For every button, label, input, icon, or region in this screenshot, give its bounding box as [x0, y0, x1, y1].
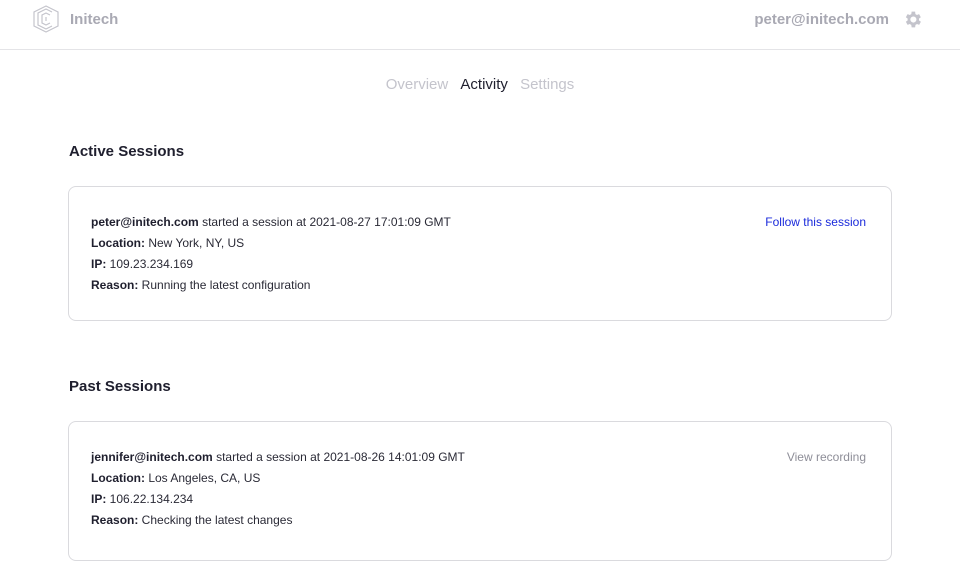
session-location-line: Location: New York, NY, US [91, 236, 244, 250]
session-started-line: peter@initech.com started a session at 2… [91, 215, 451, 229]
session-started-text: started a session at 2021-08-26 14:01:09… [212, 450, 465, 464]
session-reason-line: Reason: Checking the latest changes [91, 513, 292, 527]
location-value: Los Angeles, CA, US [145, 471, 261, 485]
session-ip-line: IP: 109.23.234.169 [91, 257, 193, 271]
reason-label: Reason: [91, 278, 139, 292]
reason-value: Running the latest configuration [138, 278, 311, 292]
brand-name[interactable]: Initech [70, 11, 118, 28]
past-sessions-title: Past Sessions [69, 378, 171, 395]
session-started-line: jennifer@initech.com started a session a… [91, 450, 465, 464]
ip-label: IP: [91, 492, 107, 506]
session-ip-line: IP: 106.22.134.234 [91, 492, 193, 506]
session-started-text: started a session at 2021-08-27 17:01:09… [198, 215, 451, 229]
top-bar: Initech peter@initech.com [0, 0, 960, 50]
ip-value: 106.22.134.234 [106, 492, 194, 506]
tab-bar: Overview Activity Settings [0, 76, 960, 93]
reason-value: Checking the latest changes [138, 513, 293, 527]
ip-value: 109.23.234.169 [106, 257, 194, 271]
active-session-card: peter@initech.com started a session at 2… [68, 186, 892, 321]
reason-label: Reason: [91, 513, 139, 527]
tab-overview[interactable]: Overview [386, 76, 449, 93]
past-session-card: jennifer@initech.com started a session a… [68, 421, 892, 561]
session-user: peter@initech.com [91, 215, 199, 229]
location-value: New York, NY, US [145, 236, 245, 250]
ip-label: IP: [91, 257, 107, 271]
follow-session-link[interactable]: Follow this session [765, 215, 866, 229]
tab-settings[interactable]: Settings [520, 76, 574, 93]
session-reason-line: Reason: Running the latest configuration [91, 278, 310, 292]
gear-icon[interactable] [902, 9, 923, 30]
initech-logo-icon[interactable] [33, 5, 59, 33]
location-label: Location: [91, 236, 145, 250]
session-location-line: Location: Los Angeles, CA, US [91, 471, 260, 485]
view-recording-link[interactable]: View recording [787, 450, 866, 464]
location-label: Location: [91, 471, 145, 485]
user-email[interactable]: peter@initech.com [754, 11, 889, 28]
session-user: jennifer@initech.com [91, 450, 213, 464]
active-sessions-title: Active Sessions [69, 143, 185, 160]
tab-activity[interactable]: Activity [460, 76, 508, 93]
